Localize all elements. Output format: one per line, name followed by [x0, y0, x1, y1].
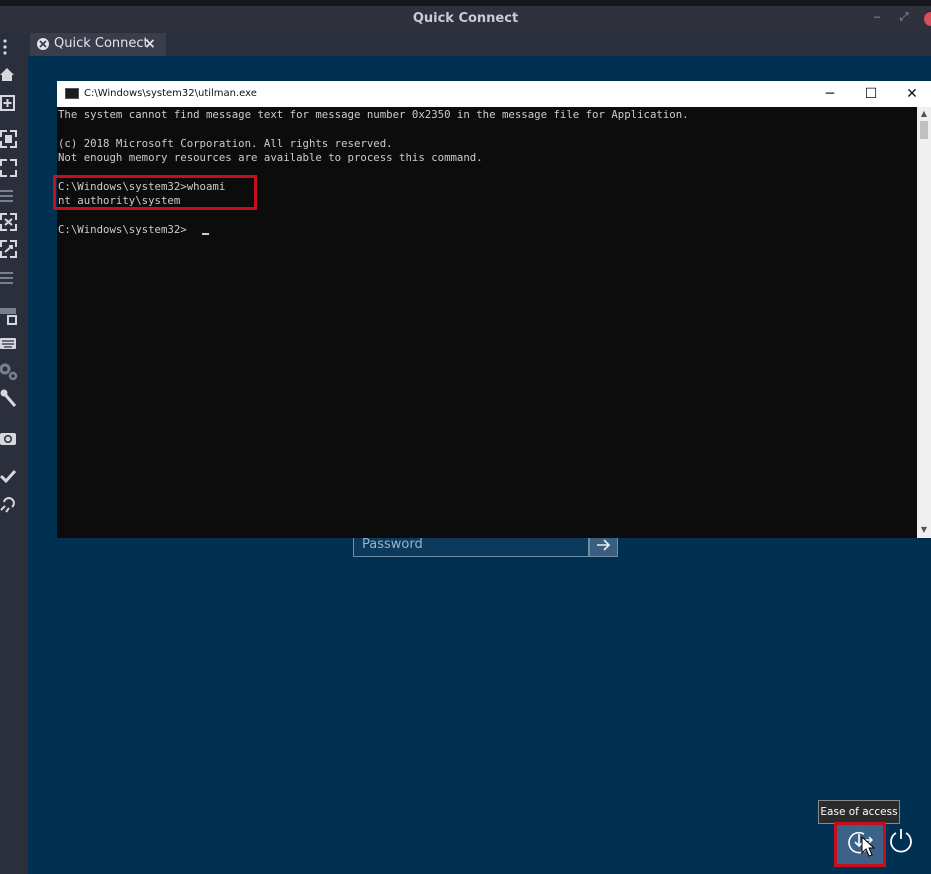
- zoom-out-icon[interactable]: [0, 240, 20, 260]
- disconnect-icon[interactable]: [0, 494, 20, 514]
- power-icon[interactable]: [887, 826, 915, 854]
- console-cursor: [202, 233, 209, 235]
- restore-icon[interactable]: ⤢: [897, 10, 911, 24]
- tab-label: Quick Connect: [54, 36, 149, 51]
- quick-connect-icon: [37, 38, 49, 50]
- console-maximize-button[interactable]: ☐: [851, 81, 891, 107]
- console-output[interactable]: The system cannot find message text for …: [58, 108, 908, 533]
- close-icon[interactable]: [924, 12, 931, 26]
- keyboard-icon[interactable]: [0, 334, 20, 354]
- ease-of-access-tooltip: Ease of access: [818, 800, 900, 824]
- new-connection-icon[interactable]: [0, 94, 20, 114]
- console-line: C:\Windows\system32>: [58, 223, 187, 237]
- tools-wrench-icon[interactable]: [0, 389, 20, 409]
- console-line: Not enough memory resources are availabl…: [58, 151, 483, 165]
- scroll-thumb[interactable]: [920, 121, 928, 139]
- fullscreen-icon[interactable]: [0, 159, 20, 179]
- zoom-in-icon[interactable]: [0, 213, 20, 233]
- divider-icon: [0, 190, 13, 202]
- app-title: Quick Connect: [412, 11, 519, 26]
- mouse-pointer-icon: [861, 836, 876, 857]
- home-icon[interactable]: [0, 65, 20, 85]
- screenshot-camera-icon[interactable]: [0, 429, 20, 449]
- console-app-icon: [65, 88, 79, 99]
- console-scrollbar[interactable]: [917, 107, 931, 538]
- scroll-down-icon[interactable]: ▼: [917, 524, 931, 536]
- minimize-icon[interactable]: ‒: [870, 10, 884, 24]
- fit-screen-icon[interactable]: [0, 130, 20, 150]
- list-icon: [0, 272, 13, 284]
- split-screen-icon[interactable]: [0, 306, 20, 326]
- tab-close-icon[interactable]: ×: [144, 34, 156, 54]
- console-line: (c) 2018 Microsoft Corporation. All righ…: [58, 136, 393, 150]
- check-icon[interactable]: [0, 467, 20, 487]
- console-close-button[interactable]: ✕: [892, 81, 931, 107]
- whoami-highlight-box: [53, 175, 257, 210]
- menu-dots-icon[interactable]: [0, 37, 20, 57]
- scroll-up-icon[interactable]: ▲: [917, 108, 931, 120]
- console-minimize-button[interactable]: ─: [810, 81, 850, 107]
- console-title: C:\Windows\system32\utilman.exe: [84, 88, 257, 99]
- settings-icon[interactable]: [0, 362, 20, 382]
- console-line: The system cannot find message text for …: [58, 108, 689, 121]
